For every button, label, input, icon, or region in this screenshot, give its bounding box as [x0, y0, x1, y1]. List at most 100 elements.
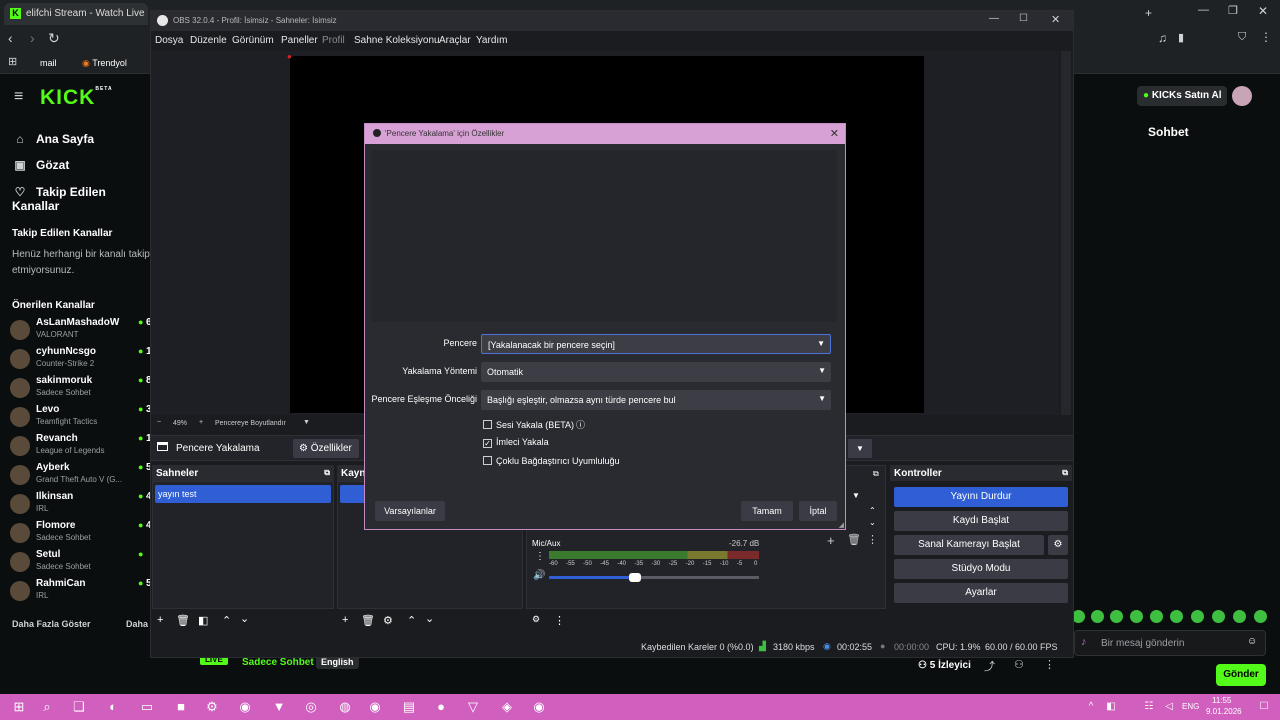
show-more-link[interactable]: Daha Fazla Göster [12, 619, 91, 629]
add-scene-icon[interactable]: + [157, 614, 163, 626]
nav-following[interactable]: ♡ Takip Edilen Kanallar [12, 185, 150, 213]
transition-add-icon[interactable]: + [827, 533, 835, 548]
filter-dropdown-icon[interactable]: ▼ [848, 439, 872, 458]
ok-button[interactable]: Tamam [741, 501, 793, 521]
zoom-out-icon[interactable]: − [157, 419, 161, 426]
show-more-link-2[interactable]: Daha [126, 619, 148, 629]
emote-icon[interactable] [1091, 610, 1104, 623]
steam2-icon[interactable]: ◈ [498, 698, 516, 716]
emote-icon[interactable] [1254, 610, 1267, 623]
defaults-button[interactable]: Varsayılanlar [375, 501, 445, 521]
avatar[interactable] [1232, 86, 1252, 106]
mixer-options-icon[interactable]: ⋮ [554, 614, 565, 627]
advanced-audio-icon[interactable]: ⚙ [532, 614, 540, 625]
window-priority-select[interactable]: Başlığı eşleştir, olmazsa aynı türde pen… [481, 390, 831, 410]
settings-icon[interactable]: ⚙ [203, 698, 221, 716]
app2-icon[interactable]: ▤ [400, 698, 418, 716]
nav-browse[interactable]: ▣ Gözat [12, 158, 69, 172]
zoom-in-icon[interactable]: + [199, 419, 203, 426]
cancel-button[interactable]: İptal [799, 501, 837, 521]
emote-icon[interactable] [1212, 610, 1225, 623]
mixer-menu-icon[interactable]: ⋮ [535, 551, 545, 562]
mic-icon[interactable]: ♪ [1081, 636, 1087, 648]
language-indicator[interactable]: ENG [1182, 702, 1199, 711]
clock-time[interactable]: 11:55 [1212, 696, 1231, 705]
emote-icon[interactable] [1233, 610, 1246, 623]
channel-item[interactable]: AsLanMashadoWVALORANT● 63 [10, 317, 157, 345]
edge-icon[interactable]: ◐ [104, 698, 122, 716]
menu-scene-collection[interactable]: Sahne Koleksiyonu [354, 35, 440, 46]
discord-icon[interactable]: ◍ [336, 698, 354, 716]
settings-button[interactable]: Ayarlar [894, 583, 1068, 603]
network-icon[interactable]: ☷ [1140, 698, 1158, 716]
spotify-icon[interactable]: ◉ [366, 698, 384, 716]
capture-cursor-checkbox[interactable]: ✓ İmleci Yakala [483, 437, 549, 448]
app-icon[interactable]: ■ [172, 698, 190, 716]
capture-method-select[interactable]: Otomatik ▼ [481, 362, 831, 382]
transitions-undock-icon[interactable]: ⧉ [873, 469, 879, 479]
virtual-camera-settings-button[interactable]: ⚙ [1048, 535, 1068, 555]
emote-icon[interactable] [1191, 610, 1204, 623]
multi-adapter-checkbox[interactable]: Çoklu Bağdaştırıcı Uyumluluğu [483, 456, 620, 466]
steam-icon[interactable]: ◉ [236, 698, 254, 716]
emote-icon[interactable] [1150, 610, 1163, 623]
valorant-icon[interactable]: ▽ [464, 698, 482, 716]
menu-file[interactable]: Dosya [155, 35, 183, 46]
shield-icon[interactable]: ⛉ [1238, 31, 1246, 44]
volume-slider[interactable] [549, 573, 759, 582]
preview-scrollbar[interactable] [1061, 51, 1071, 415]
reload-icon[interactable]: ↻ [48, 30, 60, 47]
task-view-icon[interactable]: ❏ [70, 698, 88, 716]
dialog-close-icon[interactable]: ✕ [830, 127, 839, 140]
app3-icon[interactable]: ● [432, 698, 450, 716]
mixer-scroll-down-icon[interactable]: ⌄ [869, 518, 876, 527]
channel-item[interactable]: FlomoreSadece Sohbet● 40 [10, 520, 157, 548]
menu-tools[interactable]: Araçlar [439, 35, 471, 46]
stop-streaming-button[interactable]: Yayını Durdur [894, 487, 1068, 507]
chat-input[interactable]: ♪ Bir mesaj gönderin ☺ [1074, 630, 1266, 656]
whatsapp-icon[interactable]: ◎ [302, 698, 320, 716]
add-source-icon[interactable]: + [342, 614, 348, 626]
start-virtual-camera-button[interactable]: Sanal Kamerayı Başlat [894, 535, 1044, 555]
menu-icon[interactable]: ⋮ [1260, 30, 1272, 44]
brave-icon[interactable]: ▼ [270, 698, 288, 716]
resize-grip-icon[interactable]: ◢ [839, 521, 844, 529]
speaker-icon[interactable]: 🔊 [533, 570, 545, 581]
stream-category[interactable]: Sadece Sohbet [242, 657, 314, 668]
active-tab[interactable]: K elifchi Stream - Watch Live on K [4, 3, 148, 25]
emote-icon[interactable] [1170, 610, 1183, 623]
obs-taskbar-icon[interactable]: ◉ [530, 698, 548, 716]
channel-item[interactable]: RevanchLeague of Legends● 1,1 [10, 433, 160, 461]
obs-maximize-icon[interactable]: ☐ [1019, 13, 1028, 24]
nav-home[interactable]: ⌂ Ana Sayfa [12, 132, 94, 146]
source-up-icon[interactable]: ⌃ [407, 614, 416, 627]
undock-icon[interactable]: ⧉ [324, 468, 330, 478]
move-up-icon[interactable]: ⌃ [222, 614, 231, 627]
controls-undock-icon[interactable]: ⧉ [1062, 468, 1068, 478]
channel-item[interactable]: LevoTeamfight Tactics● 3,2 [10, 404, 160, 432]
source-settings-icon[interactable]: ⚙ [383, 614, 393, 627]
kick-logo[interactable]: KICKBETA [40, 86, 113, 110]
menu-profile[interactable]: Profil [322, 35, 345, 46]
sidebar-icon[interactable]: ▮ [1178, 31, 1184, 44]
more-icon[interactable]: ⋮ [1044, 658, 1055, 671]
tray-app-icon[interactable]: ◧ [1102, 698, 1120, 716]
forward-icon[interactable]: › [30, 30, 35, 46]
restore-icon[interactable]: ❐ [1228, 4, 1238, 17]
search-icon[interactable]: ⌕ [38, 698, 56, 716]
emoji-icon[interactable]: ☺ [1247, 636, 1257, 647]
mixer-scroll-up-icon[interactable]: ⌃ [869, 506, 876, 515]
bookmark-trendyol[interactable]: ◉ Trendyol [82, 58, 127, 69]
scene-item[interactable]: yayın test [155, 485, 331, 503]
users-icon[interactable]: ⚇ [1014, 658, 1024, 671]
notification-icon[interactable]: ☐ [1255, 698, 1273, 716]
filters-icon[interactable]: ◧ [198, 614, 208, 627]
new-tab-icon[interactable]: + [1145, 6, 1152, 20]
channel-item[interactable]: AyberkGrand Theft Auto V (G...● 56 [10, 462, 157, 490]
channel-item[interactable]: RahmiCanIRL● 55 [10, 578, 157, 606]
buy-kicks-button[interactable]: ● KICKs Satın Al [1137, 86, 1227, 106]
menu-docks[interactable]: Paneller [281, 35, 318, 46]
zoom-dropdown-icon[interactable]: ▼ [303, 419, 310, 426]
close-icon[interactable]: ✕ [1258, 4, 1268, 18]
back-icon[interactable]: ‹ [8, 30, 13, 46]
